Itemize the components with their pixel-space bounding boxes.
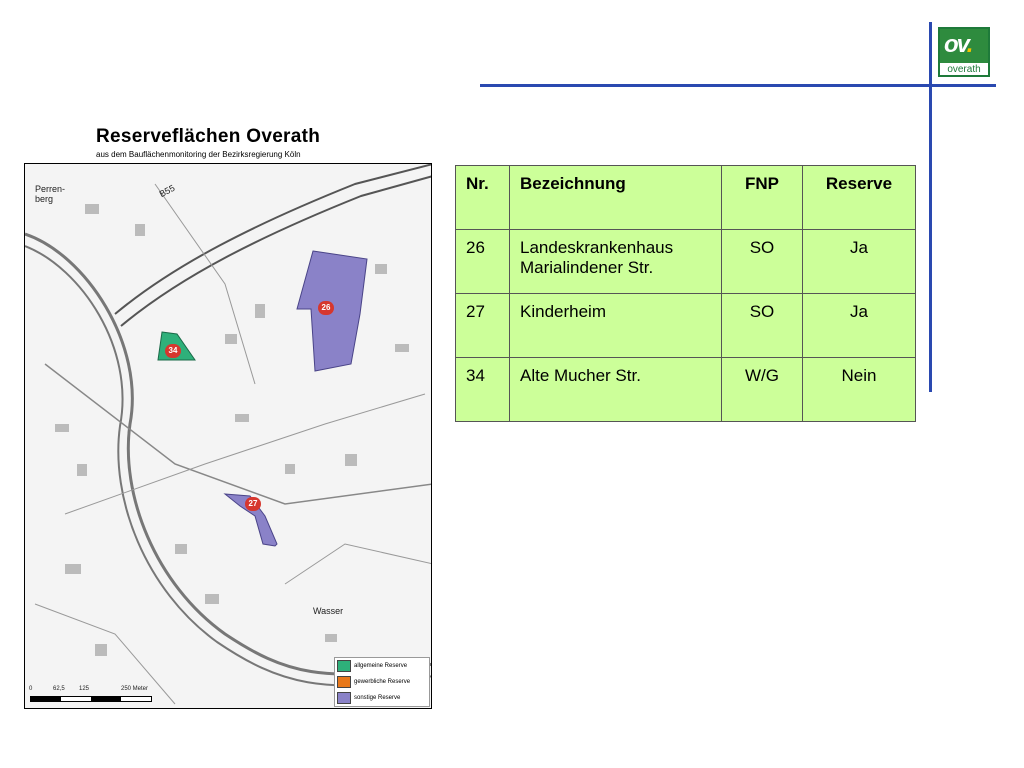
- header-bezeichnung: Bezeichnung: [509, 165, 722, 230]
- header-reserve: Reserve: [802, 165, 916, 230]
- cell-reserve: Ja: [802, 293, 916, 358]
- cell-nr: 27: [455, 293, 510, 358]
- table-header-row: Nr. Bezeichnung FNP Reserve: [455, 165, 916, 230]
- overath-logo: ov. overath: [938, 27, 990, 77]
- cell-bezeichnung: Landeskrankenhaus Marialindener Str.: [509, 229, 722, 294]
- map-subtitle: aus dem Bauflächenmonitoring der Bezirks…: [96, 150, 301, 159]
- cell-reserve: Nein: [802, 357, 916, 422]
- logo-wordmark: overath: [947, 64, 981, 75]
- cell-bezeichnung: Alte Mucher Str.: [509, 357, 722, 422]
- cell-nr: 34: [455, 357, 510, 422]
- legend-swatch: [337, 692, 351, 704]
- logo-dot: .: [966, 31, 974, 58]
- divider-vertical: [929, 22, 932, 392]
- cell-fnp: SO: [721, 293, 803, 358]
- cell-bezeichnung: Kinderheim: [509, 293, 722, 358]
- map-title: Reserveflächen Overath: [96, 126, 321, 147]
- place-label-perrenberg: Perren- berg: [35, 184, 66, 204]
- place-label-wasser: Wasser: [313, 606, 344, 616]
- reserve-table: Nr. Bezeichnung FNP Reserve 26 Landeskra…: [455, 165, 916, 422]
- divider-horizontal: [480, 84, 996, 87]
- legend-item-sonstige: sonstige Reserve: [335, 690, 429, 706]
- cell-fnp: W/G: [721, 357, 803, 422]
- marker-27[interactable]: 27: [245, 497, 261, 511]
- logo-mark: ov: [944, 31, 969, 58]
- map-drawing: [25, 164, 431, 708]
- legend-item-allgemeine: allgemeine Reserve: [335, 658, 429, 674]
- table-row: 26 Landeskrankenhaus Marialindener Str. …: [455, 229, 916, 294]
- table-row: 27 Kinderheim SO Ja: [455, 293, 916, 358]
- cell-reserve: Ja: [802, 229, 916, 294]
- cell-nr: 26: [455, 229, 510, 294]
- legend-swatch: [337, 660, 351, 672]
- cell-fnp: SO: [721, 229, 803, 294]
- header-nr: Nr.: [455, 165, 510, 230]
- legend-swatch: [337, 676, 351, 688]
- header-fnp: FNP: [721, 165, 803, 230]
- reserve-map: Perren- berg B55 Wasser 26 34 27 allgeme…: [24, 163, 432, 709]
- marker-26[interactable]: 26: [318, 301, 334, 315]
- legend-item-gewerbliche: gewerbliche Reserve: [335, 674, 429, 690]
- marker-34[interactable]: 34: [165, 344, 181, 358]
- table-row: 34 Alte Mucher Str. W/G Nein: [455, 357, 916, 422]
- map-legend: allgemeine Reserve gewerbliche Reserve s…: [334, 657, 430, 707]
